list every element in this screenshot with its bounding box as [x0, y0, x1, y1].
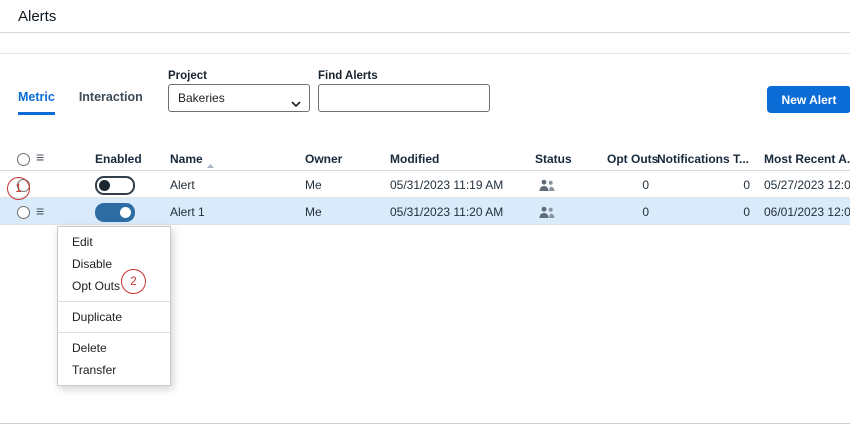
- column-header-owner[interactable]: Owner: [305, 152, 342, 166]
- menu-item-disable[interactable]: Disable: [58, 253, 170, 275]
- row-select-radio[interactable]: [17, 206, 30, 219]
- project-label: Project: [168, 70, 207, 82]
- bottom-divider: [0, 423, 850, 424]
- toggle-knob: [99, 180, 110, 191]
- menu-item-edit[interactable]: Edit: [58, 231, 170, 253]
- section-divider: [0, 53, 850, 54]
- cell-modified: 05/31/2023 11:19 AM: [390, 178, 503, 192]
- cell-most-recent: 06/01/2023 12:0: [764, 205, 850, 219]
- annotation-circle-1: 1: [7, 177, 30, 200]
- page-title: Alerts: [18, 8, 56, 25]
- select-all-radio[interactable]: [17, 153, 30, 166]
- column-header-opt-outs[interactable]: Opt Outs: [607, 152, 658, 166]
- alerts-page: Alerts Metric Interaction Project Bakeri…: [0, 0, 850, 425]
- header-divider: [0, 32, 850, 33]
- menu-divider: [58, 301, 170, 302]
- chevron-down-icon: [291, 96, 301, 110]
- find-alerts-input[interactable]: [318, 84, 490, 112]
- project-select[interactable]: Bakeries: [168, 84, 310, 112]
- table-row[interactable]: Alert Me 05/31/2023 11:19 AM 0 0 05/27/2…: [0, 171, 850, 198]
- menu-item-duplicate[interactable]: Duplicate: [58, 306, 170, 328]
- menu-divider: [58, 332, 170, 333]
- cell-owner: Me: [305, 205, 322, 219]
- cell-opt-outs: 0: [601, 178, 649, 192]
- column-header-name[interactable]: Name: [170, 152, 203, 166]
- cell-name[interactable]: Alert: [170, 178, 195, 192]
- row-context-menu: Edit Disable Opt Outs Duplicate Delete T…: [57, 226, 171, 386]
- cell-modified: 05/31/2023 11:20 AM: [390, 205, 503, 219]
- toggle-knob: [120, 207, 131, 218]
- menu-item-transfer[interactable]: Transfer: [58, 359, 170, 381]
- tab-bar: Metric Interaction: [18, 90, 143, 115]
- cell-notifications: 0: [700, 205, 750, 219]
- column-header-most-recent[interactable]: Most Recent A...: [764, 152, 850, 166]
- cell-most-recent: 05/27/2023 12:0: [764, 178, 850, 192]
- drag-handle-icon[interactable]: ≡: [36, 204, 44, 218]
- find-alerts-label: Find Alerts: [318, 70, 378, 82]
- table-row[interactable]: ≡ Alert 1 Me 05/31/2023 11:20 AM 0 0 06/…: [0, 198, 850, 225]
- enabled-toggle[interactable]: [95, 203, 135, 222]
- tab-metric[interactable]: Metric: [18, 90, 55, 115]
- annotation-circle-2: 2: [121, 269, 146, 294]
- column-header-notifications[interactable]: Notifications T...: [657, 152, 749, 166]
- drag-handle-icon[interactable]: ≡: [36, 150, 44, 164]
- people-icon: [538, 206, 555, 222]
- menu-item-opt-outs[interactable]: Opt Outs: [58, 275, 170, 297]
- cell-opt-outs: 0: [601, 205, 649, 219]
- tab-interaction[interactable]: Interaction: [79, 90, 143, 115]
- cell-name[interactable]: Alert 1: [170, 205, 205, 219]
- people-icon: [538, 179, 555, 195]
- column-header-status[interactable]: Status: [535, 152, 572, 166]
- column-header-modified[interactable]: Modified: [390, 152, 439, 166]
- project-select-value: Bakeries: [178, 91, 225, 105]
- column-header-enabled[interactable]: Enabled: [95, 152, 142, 166]
- cell-owner: Me: [305, 178, 322, 192]
- enabled-toggle[interactable]: [95, 176, 135, 195]
- cell-notifications: 0: [700, 178, 750, 192]
- menu-item-delete[interactable]: Delete: [58, 337, 170, 359]
- new-alert-button[interactable]: New Alert: [767, 86, 850, 113]
